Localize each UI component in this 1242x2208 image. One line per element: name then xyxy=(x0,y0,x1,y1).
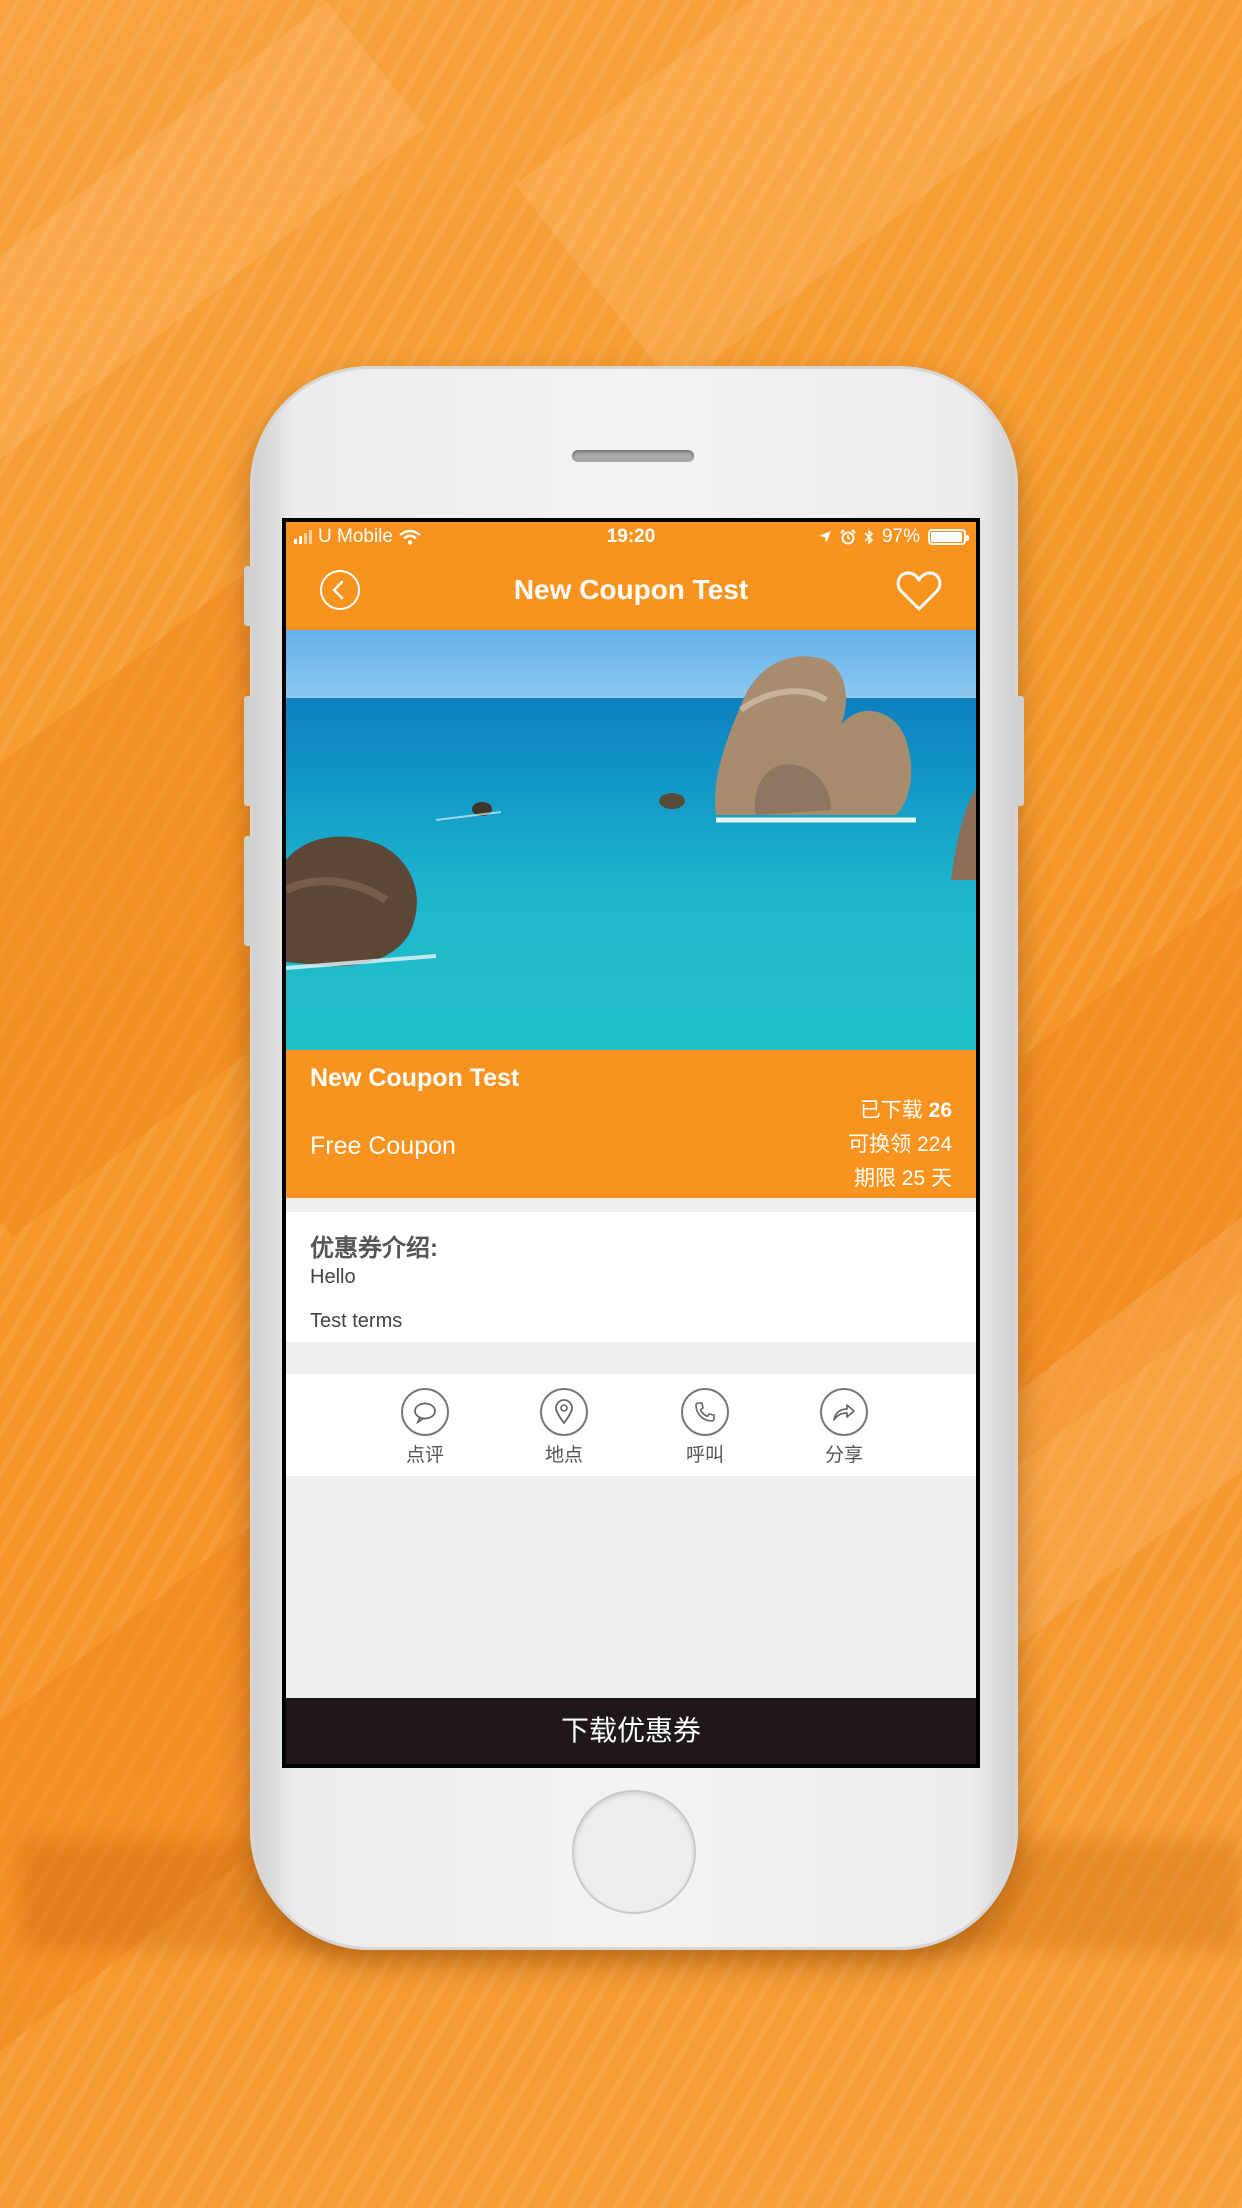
coupon-info-panel: New Coupon Test Free Coupon 已下载 26 可换领 2… xyxy=(286,1050,976,1198)
call-label: 呼叫 xyxy=(685,1445,724,1466)
earpiece-speaker xyxy=(572,450,694,462)
location-button[interactable]: 地点 xyxy=(529,1388,599,1467)
redeemable-stat: 可换领 224 xyxy=(848,1133,952,1156)
volume-down-button xyxy=(244,836,254,946)
comment-icon xyxy=(414,1402,436,1424)
heart-icon xyxy=(896,571,942,611)
validity-stat: 期限 25 天 xyxy=(853,1167,952,1190)
coupon-description-section: 优惠券介绍: Hello Test terms xyxy=(286,1212,976,1342)
location-icon xyxy=(555,1399,573,1425)
coupon-type: Free Coupon xyxy=(310,1132,456,1160)
description-body: Hello xyxy=(310,1266,356,1288)
share-icon xyxy=(833,1404,855,1421)
battery-icon xyxy=(928,529,969,545)
share-button[interactable]: 分享 xyxy=(809,1388,879,1467)
review-label: 点评 xyxy=(405,1445,444,1466)
description-heading: 优惠券介绍: xyxy=(310,1235,438,1262)
phone-mockup: U Mobile 19:20 97% New Coupon Test New C… xyxy=(244,366,1024,1950)
power-button xyxy=(1014,696,1024,806)
location-arrow-icon xyxy=(818,531,831,543)
action-bar: 点评 地点 呼叫 分享 xyxy=(286,1374,976,1476)
navigation-bar: New Coupon Test xyxy=(286,550,976,630)
alarm-icon xyxy=(840,529,856,545)
description-terms: Test terms xyxy=(310,1310,403,1332)
bluetooth-icon xyxy=(864,529,874,545)
location-label: 地点 xyxy=(544,1445,583,1466)
coupon-stats: 已下载 26 可换领 224 期限 25 天 xyxy=(848,1094,952,1196)
coupon-name: New Coupon Test xyxy=(310,1064,520,1092)
coupon-hero-image xyxy=(286,630,976,1050)
page-title: New Coupon Test xyxy=(513,574,749,605)
status-bar: U Mobile 19:20 97% xyxy=(286,522,976,550)
volume-up-button xyxy=(244,696,254,806)
mute-switch xyxy=(244,566,254,626)
phone-icon xyxy=(695,1402,715,1422)
downloaded-stat: 已下载 26 xyxy=(848,1094,952,1128)
battery-percent: 97% xyxy=(881,526,920,547)
home-button xyxy=(572,1790,696,1914)
downloaded-count: 26 xyxy=(928,1099,952,1122)
app-screen: U Mobile 19:20 97% New Coupon Test New C… xyxy=(286,522,976,1764)
share-label: 分享 xyxy=(824,1445,863,1466)
downloaded-label: 已下载 xyxy=(859,1099,923,1122)
download-coupon-button[interactable]: 下载优惠券 xyxy=(286,1698,976,1764)
favorite-button[interactable] xyxy=(896,570,942,612)
call-button[interactable]: 呼叫 xyxy=(670,1388,740,1467)
phone-screen: U Mobile 19:20 97% New Coupon Test New C… xyxy=(282,518,980,1768)
review-button[interactable]: 点评 xyxy=(390,1388,460,1467)
